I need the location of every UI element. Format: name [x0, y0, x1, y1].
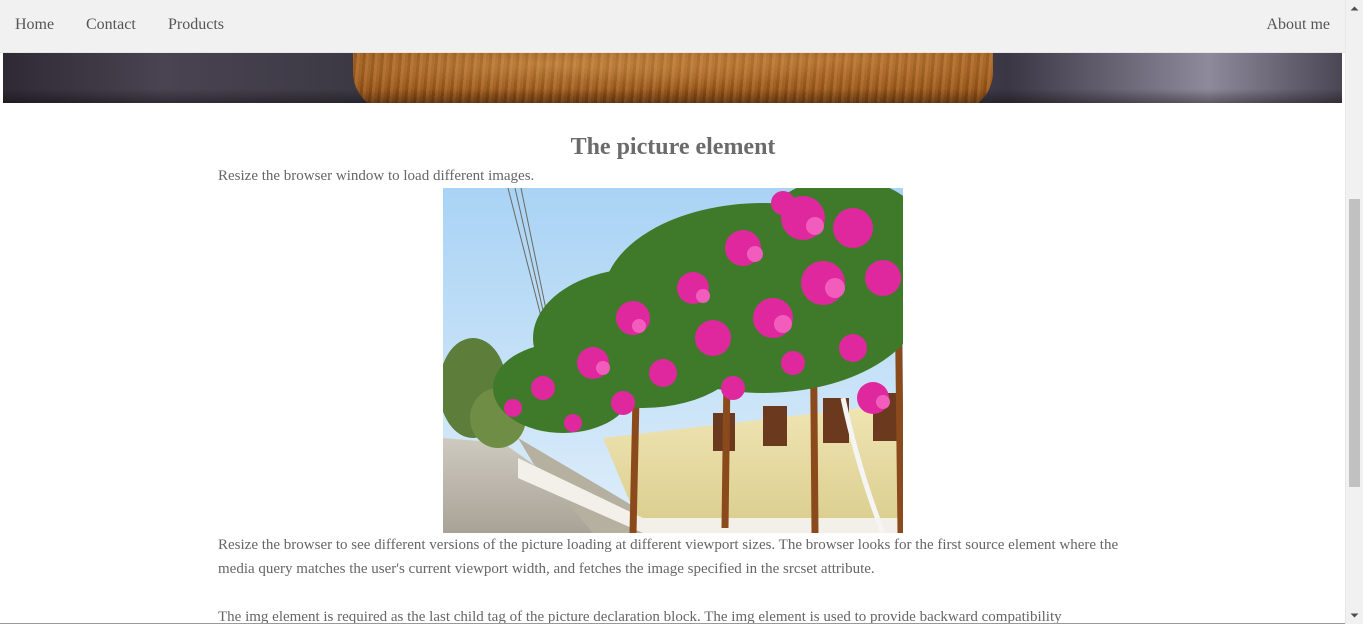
description-paragraph-2: The img element is required as the last … — [218, 609, 1062, 624]
page: Home Contact Products About me The pictu… — [0, 0, 1363, 624]
scrollbar-thumb[interactable] — [1349, 199, 1360, 487]
description-paragraph-1: Resize the browser to see different vers… — [218, 537, 1119, 577]
vertical-scrollbar[interactable] — [1345, 0, 1363, 624]
nav-link-products[interactable]: Products — [168, 16, 224, 34]
scroll-down-arrow[interactable] — [1346, 607, 1363, 624]
bougainvillea-photo — [443, 188, 903, 533]
main-content: The picture element Resize the browser w… — [218, 103, 1128, 624]
triangle-down-icon — [1350, 613, 1359, 618]
nav-link-contact[interactable]: Contact — [86, 16, 136, 34]
hero-banner-image — [3, 52, 1342, 103]
hero-shadow — [3, 89, 1342, 103]
intro-text: Resize the browser window to load differ… — [218, 168, 535, 184]
nav-link-home[interactable]: Home — [15, 16, 54, 34]
page-title: The picture element — [570, 134, 776, 160]
top-navbar: Home Contact Products About me — [0, 0, 1346, 53]
nav-link-about[interactable]: About me — [1266, 16, 1330, 34]
triangle-up-icon — [1350, 6, 1359, 11]
scroll-up-arrow[interactable] — [1346, 0, 1363, 17]
